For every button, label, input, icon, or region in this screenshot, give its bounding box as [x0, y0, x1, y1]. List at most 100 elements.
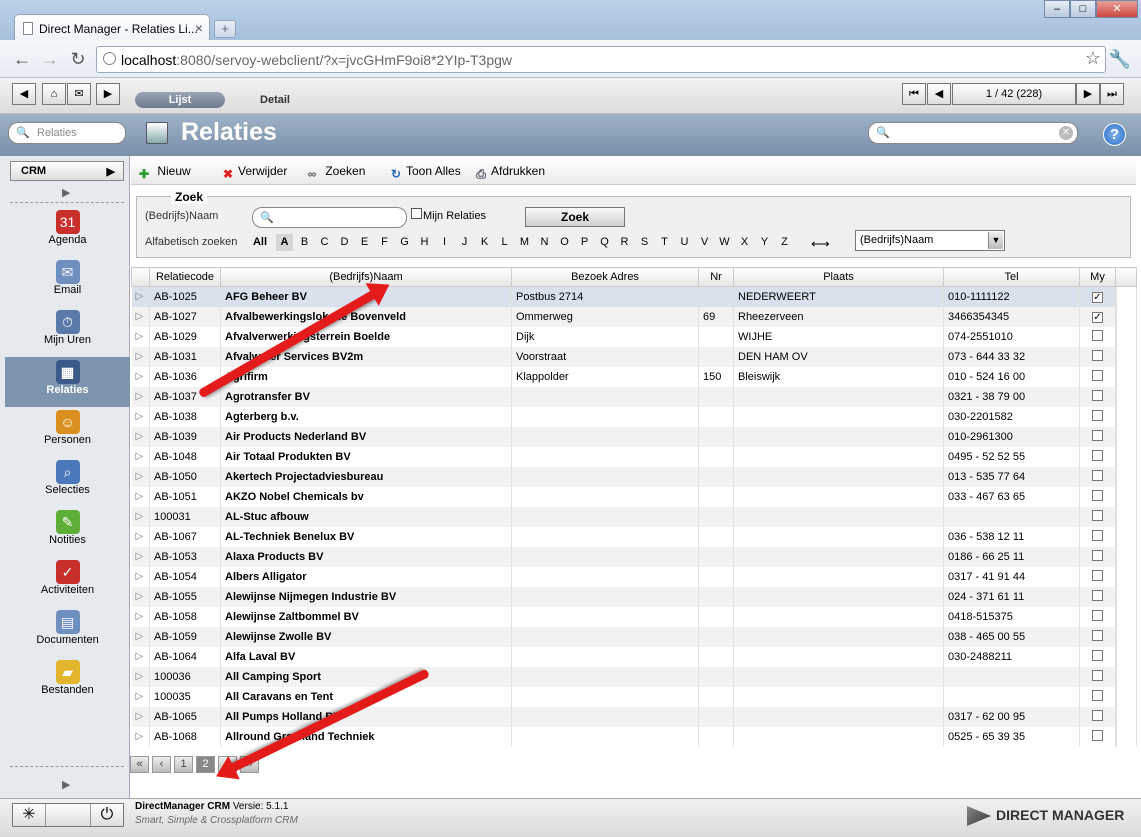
col-my[interactable]: My: [1079, 267, 1116, 287]
letter-y[interactable]: Y: [756, 234, 773, 251]
letter-c[interactable]: C: [316, 234, 333, 251]
letter-h[interactable]: H: [416, 234, 433, 251]
maximize-button[interactable]: □: [1070, 0, 1096, 18]
help-icon[interactable]: ?: [1103, 123, 1126, 146]
row-expander-icon[interactable]: ▷: [131, 526, 150, 547]
cell-my[interactable]: [1079, 666, 1116, 687]
tab-detail[interactable]: Detail: [230, 92, 320, 108]
letter-f[interactable]: F: [376, 234, 393, 251]
table-row[interactable]: ▷ AB-1051 AKZO Nobel Chemicals bv 033 - 467…: [131, 486, 1137, 507]
row-expander-icon[interactable]: ▷: [131, 606, 150, 627]
row-expander-icon[interactable]: ▷: [131, 626, 150, 647]
letter-m[interactable]: M: [516, 234, 533, 251]
row-expander-icon[interactable]: ▷: [131, 486, 150, 507]
cell-my[interactable]: [1079, 686, 1116, 707]
cell-my[interactable]: [1079, 346, 1116, 367]
my-checkbox[interactable]: [1092, 429, 1103, 441]
table-row[interactable]: ▷100031AL-Stuc afbouw✕: [131, 506, 1137, 527]
sidebar-item-mijn-uren[interactable]: ⏱ Mijn Uren: [5, 307, 130, 357]
my-checkbox[interactable]: [1092, 409, 1103, 421]
cell-my[interactable]: ✓: [1079, 306, 1116, 327]
my-checkbox[interactable]: [1092, 349, 1103, 361]
table-row[interactable]: ▷ AB-1025 AFG Beheer BV Postbus 2714 NEDERWE…: [131, 286, 1137, 307]
letter-l[interactable]: L: [496, 234, 513, 251]
row-expander-icon[interactable]: ▷: [131, 466, 150, 487]
row-expander-icon[interactable]: ▷: [131, 566, 150, 587]
cell-my[interactable]: ✓: [1079, 286, 1116, 307]
cell-my[interactable]: [1079, 426, 1116, 447]
module-search-input[interactable]: 🔍 Relaties: [8, 122, 126, 144]
letter-r[interactable]: R: [616, 234, 633, 251]
sidebar-item-activiteiten[interactable]: ✓ Activiteiten: [5, 557, 130, 607]
power-icon[interactable]: ⏻: [90, 804, 123, 826]
my-checkbox[interactable]: [1092, 709, 1103, 721]
table-row[interactable]: ▷ AB-1027 Afvalbewerkingslokatie Bovenveld…: [131, 306, 1137, 327]
next-record-button[interactable]: ▶: [1076, 83, 1100, 105]
cell-my[interactable]: [1079, 466, 1116, 487]
row-expander-icon[interactable]: ▷: [131, 406, 150, 427]
row-expander-icon[interactable]: ▷: [131, 646, 150, 667]
row-expander-icon[interactable]: ▷: [131, 426, 150, 447]
prev-record-button[interactable]: ◀: [927, 83, 951, 105]
browser-tab[interactable]: Direct Manager - Relaties Li... ×: [14, 14, 210, 42]
row-expander-icon[interactable]: ▷: [131, 546, 150, 567]
my-checkbox[interactable]: [1092, 569, 1103, 581]
letter-o[interactable]: O: [556, 234, 573, 251]
row-expander-icon[interactable]: ▷: [131, 366, 150, 387]
table-row[interactable]: ▷ AB-1059 Alewijnse Zwolle BV 038 - 465 00 …: [131, 626, 1137, 647]
cell-my[interactable]: [1079, 506, 1116, 527]
letter-i[interactable]: I: [436, 234, 453, 251]
last-record-button[interactable]: ⏭: [1100, 83, 1124, 105]
my-checkbox[interactable]: [1092, 549, 1103, 561]
row-expander-icon[interactable]: ▷: [131, 706, 150, 727]
cell-my[interactable]: [1079, 446, 1116, 467]
letter-q[interactable]: Q: [596, 234, 613, 251]
cell-my[interactable]: [1079, 546, 1116, 567]
row-expander-icon[interactable]: ▷: [131, 726, 150, 747]
sidebar-item-selecties[interactable]: ⌕ Selecties: [5, 457, 130, 507]
back-icon[interactable]: ←: [10, 48, 34, 70]
wrench-icon[interactable]: 🔧: [1108, 48, 1132, 70]
scroll-up-icon[interactable]: ▶: [62, 186, 70, 199]
my-checkbox[interactable]: [1092, 669, 1103, 681]
forward-icon[interactable]: →: [38, 48, 62, 70]
table-row[interactable]: ▷ AB-1065 All Pumps Holland BV 0317 - 62 00…: [131, 706, 1137, 727]
table-row[interactable]: ▷ AB-1039 Air Products Nederland BV 010-296…: [131, 426, 1137, 447]
sidebar-item-notities[interactable]: ✎ Notities: [5, 507, 130, 557]
close-tab-icon[interactable]: ×: [195, 20, 203, 36]
page-1-button[interactable]: 1: [174, 756, 193, 773]
table-row[interactable]: ▷AB-1037Agrotransfer BV0321 - 38 79 00✕: [131, 386, 1137, 407]
table-row[interactable]: ▷ AB-1048 Air Totaal Produkten BV 0495 - 52…: [131, 446, 1137, 467]
letter-j[interactable]: J: [456, 234, 473, 251]
cell-my[interactable]: [1079, 706, 1116, 727]
cell-my[interactable]: [1079, 726, 1116, 747]
my-checkbox[interactable]: [1092, 469, 1103, 481]
letter-t[interactable]: T: [656, 234, 673, 251]
my-checkbox[interactable]: ✓: [1092, 291, 1103, 303]
nav-back-button[interactable]: ◀: [12, 83, 36, 105]
row-expander-icon[interactable]: ▷: [131, 686, 150, 707]
global-search-input[interactable]: 🔍 ✕: [868, 122, 1078, 144]
my-checkbox[interactable]: [1092, 629, 1103, 641]
sidebar-item-documenten[interactable]: ▤ Documenten: [5, 607, 130, 657]
module-select[interactable]: CRM ▶: [10, 161, 124, 181]
cell-my[interactable]: [1079, 586, 1116, 607]
letter-all[interactable]: All: [250, 234, 270, 251]
letter-d[interactable]: D: [336, 234, 353, 251]
table-row[interactable]: ▷ AB-1050 Akertech Projectadviesbureau 013 …: [131, 466, 1137, 487]
my-checkbox[interactable]: [1092, 649, 1103, 661]
table-row[interactable]: ▷ AB-1067 AL-Techniek Benelux BV 036 - 538 …: [131, 526, 1137, 547]
sidebar-item-personen[interactable]: ☺ Personen: [5, 407, 130, 457]
delete-button[interactable]: ✖ Verwijder: [221, 164, 287, 181]
letter-g[interactable]: G: [396, 234, 413, 251]
name-search-input[interactable]: 🔍: [252, 207, 407, 228]
my-checkbox[interactable]: [1092, 329, 1103, 341]
table-row[interactable]: ▷100035All Caravans en Tent✕: [131, 686, 1137, 707]
cell-my[interactable]: [1079, 386, 1116, 407]
home-icon[interactable]: ⌂: [42, 83, 66, 105]
col-code[interactable]: Relatiecode: [149, 267, 221, 287]
print-button[interactable]: ⎙ Afdrukken: [474, 164, 545, 181]
settings-icon[interactable]: ✳: [13, 804, 46, 826]
col-phone[interactable]: Tel: [943, 267, 1080, 287]
search-button[interactable]: ∞ Zoeken: [305, 164, 366, 181]
